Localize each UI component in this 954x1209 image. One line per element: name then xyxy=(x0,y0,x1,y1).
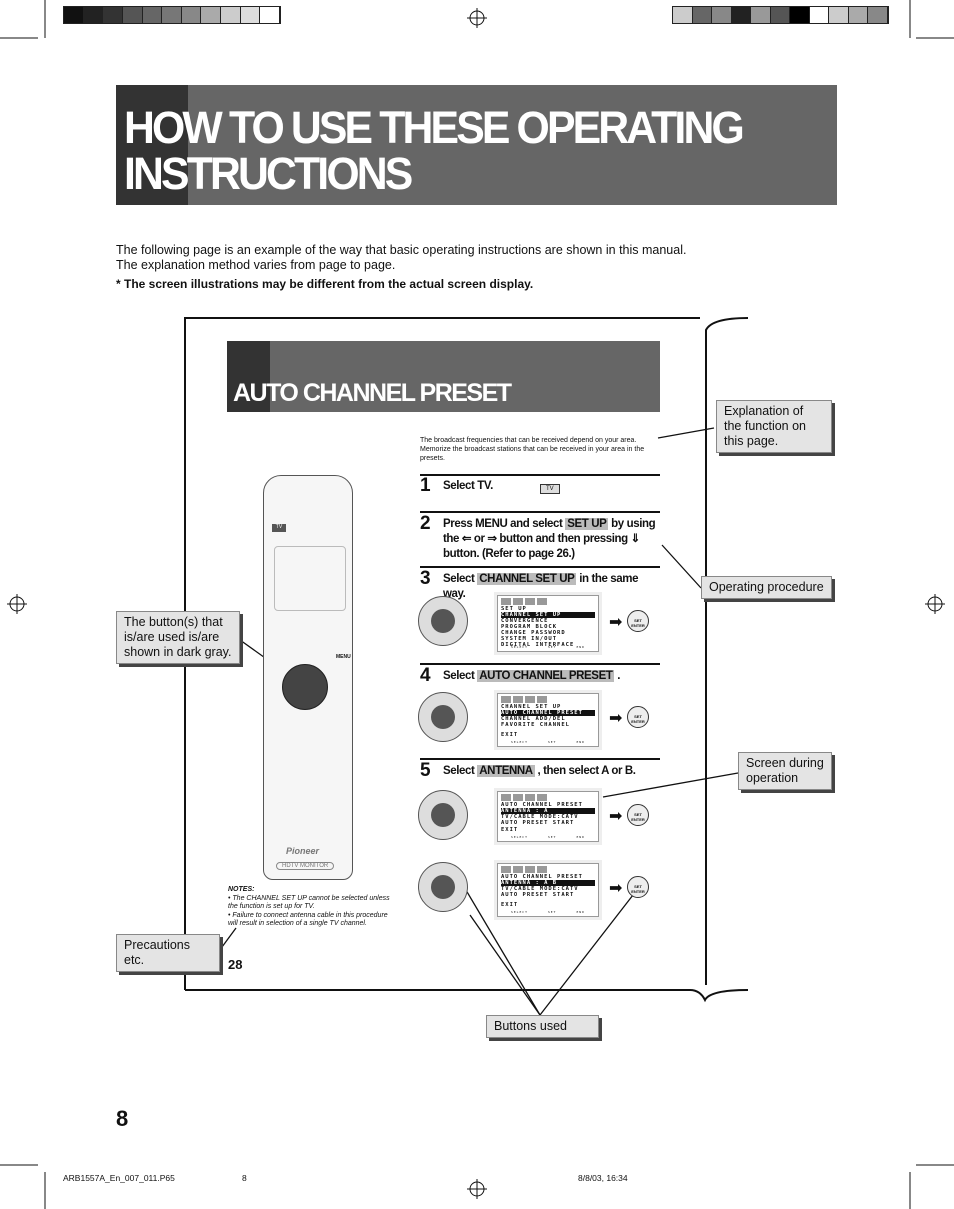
screen-footer-label: SET xyxy=(547,910,557,914)
arrow-right-icon: ➡ xyxy=(609,710,623,727)
step-number: 4 xyxy=(420,665,431,686)
footer-date: 8/8/03, 16:34 xyxy=(578,1173,628,1183)
screen-footer-label: SELECT xyxy=(511,740,528,744)
page-title-banner: HOW TO USE THESE OPERATING INSTRUCTIONS xyxy=(116,85,837,205)
screen-footer: SELECT SET END xyxy=(501,739,595,745)
step-highlight: SET UP xyxy=(565,518,609,530)
screen-exit: EXIT xyxy=(501,732,519,738)
screen-footer-label: END xyxy=(576,740,585,744)
screen-footer: SELECT SET END xyxy=(501,909,595,915)
step-number: 3 xyxy=(420,568,431,589)
set-enter-button-icon: SET ENTER xyxy=(627,706,649,728)
page-number: 8 xyxy=(116,1106,129,1131)
screen-footer-label: END xyxy=(576,910,585,914)
set-enter-button-icon: SET ENTER xyxy=(627,804,649,826)
step-number: 5 xyxy=(420,760,431,781)
screen-footer-label: SET xyxy=(547,740,557,744)
notes-title: NOTES: xyxy=(228,886,255,893)
number-keypad xyxy=(274,546,346,611)
step-1: 1 Select TV. TV xyxy=(420,474,660,511)
tv-button: TV xyxy=(272,524,286,532)
step-3: 3 Select CHANNEL SET UP in the same way. xyxy=(420,566,660,600)
screen-footer: SELECT SET END xyxy=(501,834,595,840)
footer-file: ARB1557A_En_007_011.P65 xyxy=(63,1173,175,1183)
model-label: HDTV MONITOR xyxy=(276,862,335,870)
step-text: . xyxy=(614,670,621,682)
notes: NOTES: • The CHANNEL SET UP cannot be se… xyxy=(228,886,398,929)
screen-exit: EXIT xyxy=(501,827,519,833)
step-highlight: ANTENNA xyxy=(477,765,535,777)
tv-button-illustration: TV xyxy=(540,484,560,494)
callout-procedure: Operating procedure xyxy=(701,576,832,599)
step-number: 2 xyxy=(420,513,431,534)
callout-dark-buttons: The button(s) that is/are used is/are sh… xyxy=(116,611,240,664)
screen-menu-item: FAVORITE CHANNEL xyxy=(501,722,570,728)
screen-exit: EXIT xyxy=(501,902,519,908)
step-text: Press MENU and select xyxy=(443,518,566,530)
function-description: The broadcast frequencies that can be re… xyxy=(420,437,645,462)
dpad-icon xyxy=(418,790,468,840)
menu-label: MENU xyxy=(336,654,351,660)
brand-logo: Pioneer xyxy=(286,846,320,856)
screen-footer: SELECT SET END xyxy=(501,644,595,650)
note-item: The CHANNEL SET UP cannot be selected un… xyxy=(228,894,390,911)
intro-line-2: The explanation method varies from page … xyxy=(116,258,396,272)
step-text: Select TV. xyxy=(443,480,493,492)
screen-menu-item: AUTO PRESET START xyxy=(501,892,575,898)
example-title-banner: AUTO CHANNEL PRESET xyxy=(227,341,660,412)
set-enter-button-icon: SET ENTER xyxy=(627,876,649,898)
arrow-right-icon: ➡ xyxy=(609,880,623,897)
screen-footer-label: SELECT xyxy=(511,645,528,649)
remote-control-illustration: TV MENU Pioneer HDTV MONITOR xyxy=(263,475,353,880)
menu-icons xyxy=(501,696,595,703)
menu-screen: SET UP CHANNEL SET UP CONVERGENCE PROGRAM B… xyxy=(494,592,602,655)
screen-note: * The screen illustrations may be differ… xyxy=(116,277,534,291)
remote-dpad xyxy=(282,664,328,710)
screen-menu-item: AUTO PRESET START xyxy=(501,820,575,826)
screen-footer-label: END xyxy=(576,835,585,839)
callout-precautions: Precautions etc. xyxy=(116,934,220,972)
callout-screen: Screen during operation xyxy=(738,752,832,790)
menu-screen: CHANNEL SET UP AUTO CHANNEL PRESET CHANNEL… xyxy=(494,690,602,750)
screen-footer-label: SET xyxy=(547,835,557,839)
step-2: 2 Press MENU and select SET UP by using … xyxy=(420,511,660,560)
step-highlight: CHANNEL SET UP xyxy=(477,573,577,585)
step-4: 4 Select AUTO CHANNEL PRESET . xyxy=(420,663,660,686)
menu-screen: AUTO CHANNEL PRESET ANTENNA : A TV/CABLE M… xyxy=(494,788,602,845)
step-text: Select xyxy=(443,765,478,777)
example-page-number: 28 xyxy=(228,957,243,972)
footer-page: 8 xyxy=(242,1173,247,1183)
menu-icons xyxy=(501,598,595,605)
dpad-icon xyxy=(418,596,468,646)
screen-footer-label: SET xyxy=(547,645,557,649)
screen-footer-label: END xyxy=(576,645,585,649)
arrow-right-icon: ➡ xyxy=(609,808,623,825)
set-enter-button-icon: SET ENTER xyxy=(627,610,649,632)
step-text: Select xyxy=(443,573,478,585)
dpad-icon xyxy=(418,862,468,912)
screen-footer-label: SELECT xyxy=(511,910,528,914)
dpad-icon xyxy=(418,692,468,742)
step-5: 5 Select ANTENNA , then select A or B. xyxy=(420,758,660,781)
intro-line-1: The following page is an example of the … xyxy=(116,243,687,257)
screen-footer-label: SELECT xyxy=(511,835,528,839)
callout-buttons-used: Buttons used xyxy=(486,1015,599,1038)
menu-icons xyxy=(501,866,595,873)
example-title: AUTO CHANNEL PRESET xyxy=(233,379,512,407)
step-text: Select xyxy=(443,670,478,682)
step-number: 1 xyxy=(420,475,431,496)
menu-screen: AUTO CHANNEL PRESET ANTENNA : A B TV/CABLE… xyxy=(494,860,602,920)
arrow-right-icon: ➡ xyxy=(609,614,623,631)
note-item: Failure to connect antenna cable in this… xyxy=(228,911,388,928)
step-highlight: AUTO CHANNEL PRESET xyxy=(477,670,615,682)
step-text: , then select A or B. xyxy=(534,765,636,777)
menu-icons xyxy=(501,794,595,801)
page-title: HOW TO USE THESE OPERATING INSTRUCTIONS xyxy=(124,102,745,199)
callout-explanation: Explanation of the function on this page… xyxy=(716,400,832,453)
